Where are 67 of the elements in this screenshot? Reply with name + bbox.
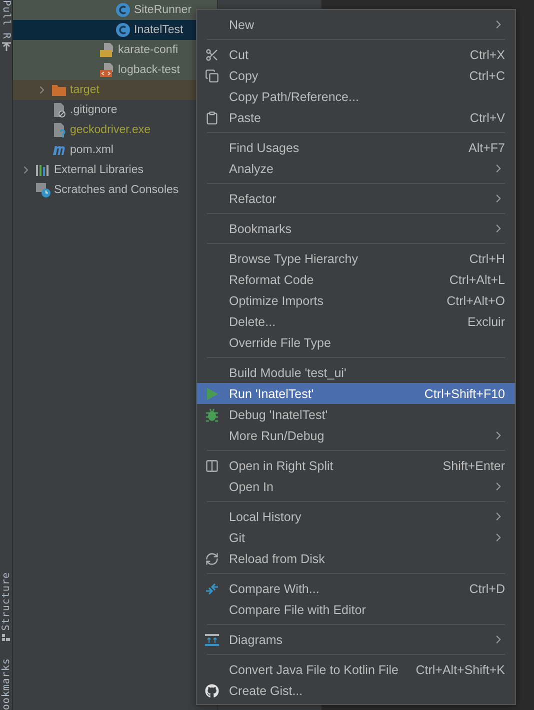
shortcut: Ctrl+Alt+L (449, 272, 505, 286)
shortcut: Shift+Enter (442, 458, 505, 472)
scissors-icon (205, 48, 219, 62)
shortcut: Ctrl+Alt+O (446, 294, 505, 308)
menu-item[interactable]: Open In (197, 476, 515, 497)
shortcut: Excluir (467, 314, 505, 328)
tree-row[interactable]: SiteRunner (13, 0, 217, 20)
menu-item[interactable]: More Run/Debug (197, 425, 515, 446)
run-icon (205, 386, 219, 400)
pull-request-icon (2, 42, 10, 52)
menu-item[interactable]: Reload from Disk (197, 548, 515, 569)
file-name: .gitignore (70, 104, 118, 116)
copy-icon (205, 68, 219, 82)
shortcut: Ctrl+V (470, 110, 505, 124)
file-name: geckodriver.exe (70, 124, 151, 136)
file-name: InatelTest (134, 24, 184, 36)
menu-item[interactable]: Git (197, 527, 515, 548)
js-file-icon (99, 42, 115, 58)
menu-item[interactable]: Debug 'InatelTest' (197, 404, 515, 425)
tool-window-label[interactable]: Structure (0, 572, 12, 631)
library-icon (35, 162, 51, 178)
menu-item[interactable]: Convert Java File to Kotlin File Ctrl+Alt+Shift+K (197, 659, 515, 680)
shortcut: Alt+F7 (468, 140, 505, 154)
menu-item[interactable]: Bookmarks (197, 218, 515, 239)
shortcut: Ctrl+C (469, 68, 505, 82)
github-icon (205, 684, 219, 698)
folder-icon (51, 82, 67, 98)
menu-item[interactable]: Optimize Imports Ctrl+Alt+O (197, 290, 515, 311)
bug-icon (205, 408, 219, 422)
structure-icon (2, 634, 10, 642)
scratches-icon (35, 182, 51, 198)
shortcut: Ctrl+D (469, 582, 505, 596)
class-icon (115, 22, 131, 38)
file-name: pom.xml (70, 144, 114, 156)
file-icon (51, 102, 67, 118)
menu-item[interactable]: Create Gist... (197, 680, 515, 701)
xml-file-icon (99, 62, 115, 78)
menu-item[interactable]: Delete... Excluir (197, 311, 515, 332)
file-name: External Libraries (54, 164, 144, 176)
menu-item[interactable]: Compare File with Editor (197, 599, 515, 620)
reload-icon (205, 552, 219, 566)
diagram-icon (205, 632, 219, 646)
file-name: target (70, 84, 100, 96)
clipboard-icon (205, 110, 219, 124)
menu-item[interactable]: Reformat Code Ctrl+Alt+L (197, 269, 515, 290)
menu-item[interactable]: Build Module 'test_ui' (197, 362, 515, 383)
menu-item[interactable]: Compare With... Ctrl+D (197, 578, 515, 599)
menu-item[interactable]: Browse Type Hierarchy Ctrl+H (197, 248, 515, 269)
menu-item[interactable]: Open in Right Split Shift+Enter (197, 455, 515, 476)
class-icon (115, 2, 131, 18)
split-icon (205, 458, 219, 472)
menu-item[interactable]: Override File Type (197, 332, 515, 353)
compare-icon (205, 582, 219, 596)
shortcut: Ctrl+X (470, 48, 505, 62)
file-name: Scratches and Consoles (54, 184, 179, 196)
menu-item[interactable]: Run 'InatelTest' Ctrl+Shift+F10 (197, 383, 515, 404)
file-name: logback-test (118, 64, 180, 76)
menu-item[interactable]: Diagrams (197, 629, 515, 650)
shortcut: Ctrl+Alt+Shift+K (416, 662, 505, 676)
file-name: karate-confi (118, 44, 178, 56)
unknown-file-icon (51, 122, 67, 138)
shortcut: Ctrl+H (469, 252, 505, 266)
tool-window-label[interactable]: Pull R (0, 0, 12, 40)
file-name: SiteRunner (134, 4, 192, 16)
tool-window-label[interactable]: ookmarks (0, 658, 12, 710)
menu-item[interactable]: Local History (197, 506, 515, 527)
shortcut: Ctrl+Shift+F10 (424, 386, 505, 400)
